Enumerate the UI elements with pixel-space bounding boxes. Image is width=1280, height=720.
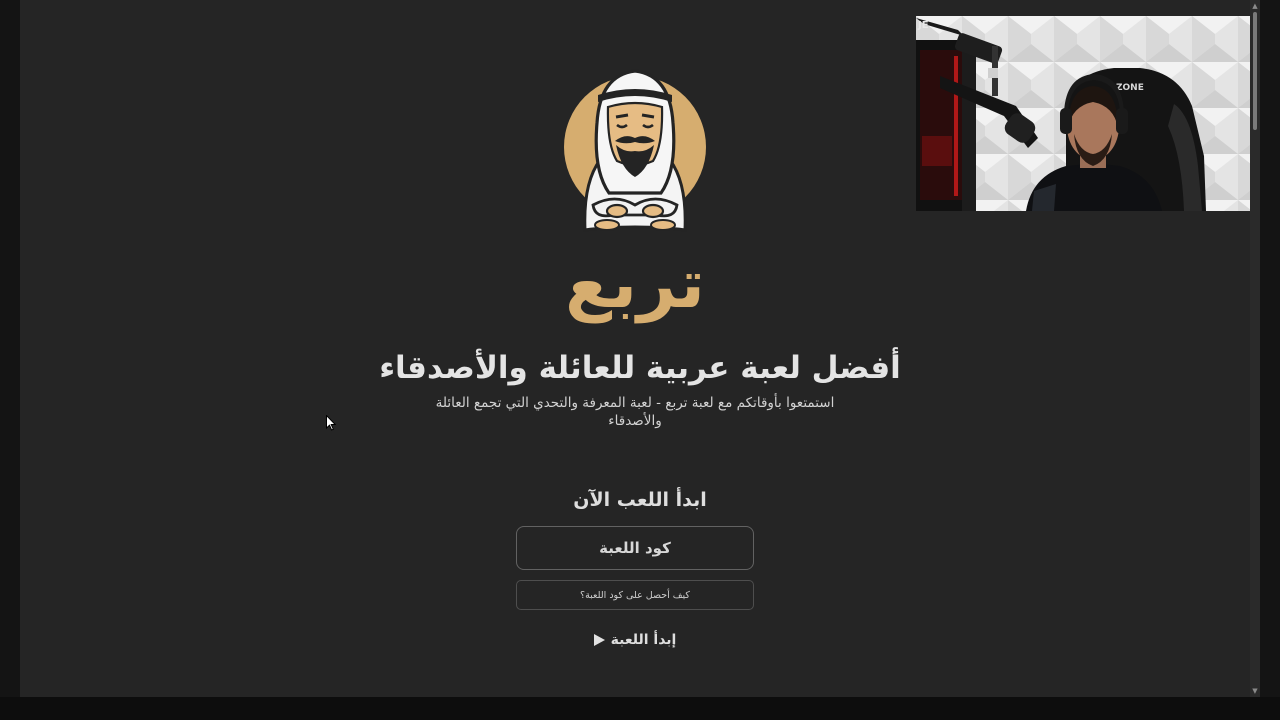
logo-mascot xyxy=(564,69,706,232)
game-code-input[interactable] xyxy=(516,526,754,570)
start-game-button[interactable]: إبدأ اللعبة xyxy=(560,626,710,654)
webcam-overlay: JE ZONE xyxy=(916,16,1254,211)
window-bottom-edge xyxy=(0,697,1280,720)
how-to-get-code-button[interactable]: كيف أحصل على كود اللعبة؟ xyxy=(516,580,754,610)
mic-brand: JE xyxy=(917,20,929,31)
start-game-label: إبدأ اللعبة xyxy=(610,632,677,648)
page-scrollbar[interactable]: ▲ ▼ xyxy=(1250,0,1260,697)
logo-wordmark: تربع xyxy=(565,245,705,324)
logo: تربع xyxy=(564,69,706,324)
play-icon xyxy=(593,634,605,646)
start-section-heading: ابدأ اللعب الآن xyxy=(573,489,707,511)
mouse-pointer-icon xyxy=(326,415,336,431)
scrollbar-thumb[interactable] xyxy=(1253,12,1257,130)
page-title: أفضل لعبة عربية للعائلة والأصدقاء xyxy=(379,350,901,386)
page-subtitle: استمتعوا بأوقاتكم مع لعبة تربع - لعبة ال… xyxy=(435,395,835,429)
webcam-pc-case xyxy=(916,40,976,211)
scroll-down-arrow-icon[interactable]: ▼ xyxy=(1250,686,1260,696)
scroll-up-arrow-icon[interactable]: ▲ xyxy=(1250,1,1260,11)
chair-brand: ZONE xyxy=(1116,83,1144,93)
